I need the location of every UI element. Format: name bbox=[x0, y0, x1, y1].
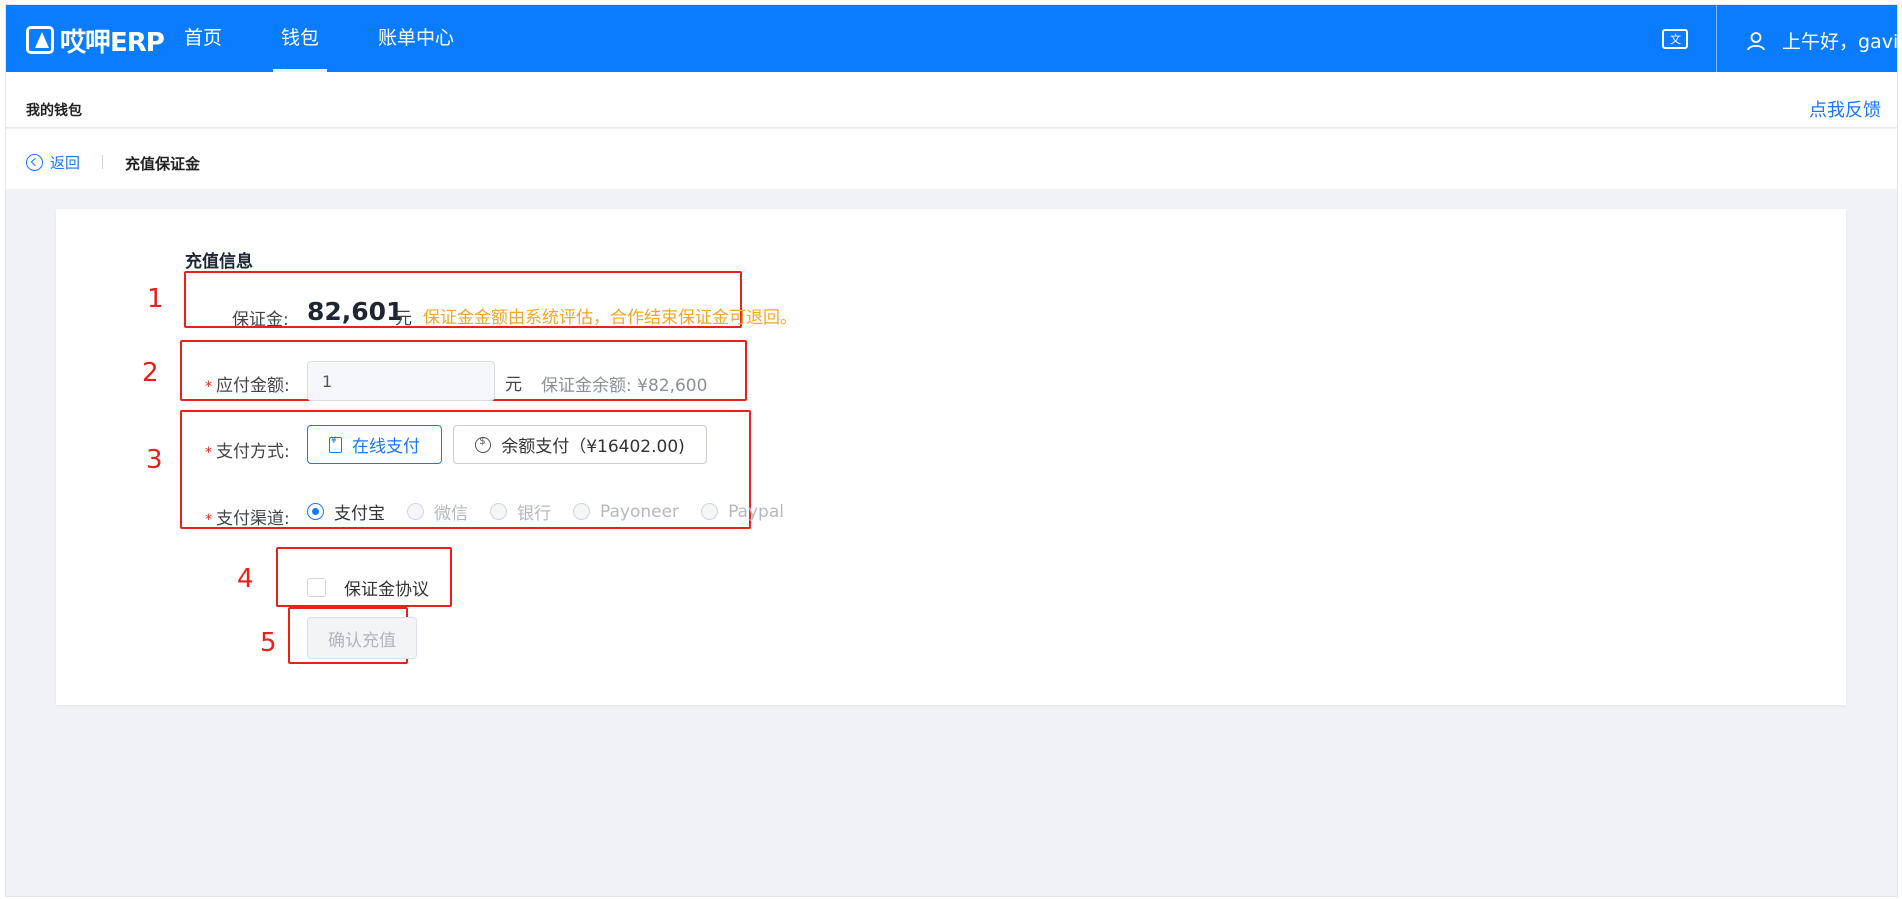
amount-input[interactable] bbox=[307, 361, 495, 401]
top-nav-bar: 哎呷ERP 首页 钱包 账单中心 上午好，gavin bbox=[6, 5, 1897, 72]
brand-name: 哎呷ERP bbox=[60, 27, 165, 58]
header-divider bbox=[1716, 5, 1717, 72]
radio-dot bbox=[490, 503, 507, 520]
translate-icon[interactable] bbox=[1662, 29, 1688, 49]
back-button[interactable]: 返回 bbox=[26, 152, 80, 173]
feedback-link[interactable]: 点我反馈 bbox=[1809, 96, 1881, 122]
deposit-label: 保证金: bbox=[232, 310, 289, 330]
channel-label: * 支付渠道: bbox=[205, 504, 290, 529]
breadcrumb: 返回 充值保证金 bbox=[6, 129, 1897, 189]
card-icon bbox=[329, 436, 342, 453]
page-header: 我的钱包 点我反馈 bbox=[6, 72, 1897, 128]
annotation-number-3: 3 bbox=[146, 445, 163, 475]
deposit-balance: 保证金余额: ¥82,600 bbox=[541, 376, 708, 396]
radio-payoneer[interactable]: Payoneer bbox=[573, 502, 679, 522]
radio-bank[interactable]: 银行 bbox=[490, 499, 551, 524]
online-pay-label: 在线支付 bbox=[352, 437, 420, 457]
app-window: 哎呷ERP 首页 钱包 账单中心 上午好，gavin 我的钱包 点我反馈 返回 … bbox=[5, 4, 1898, 897]
radio-paypal[interactable]: Paypal bbox=[701, 502, 784, 522]
radio-label: 微信 bbox=[434, 504, 468, 524]
pay-method-label: * 支付方式: bbox=[205, 437, 290, 462]
user-icon[interactable] bbox=[1746, 31, 1766, 51]
radio-dot bbox=[307, 503, 324, 520]
annotation-number-1: 1 bbox=[147, 284, 164, 314]
nav-item-bills[interactable]: 账单中心 bbox=[370, 5, 462, 72]
annotation-number-5: 5 bbox=[260, 628, 277, 658]
back-label: 返回 bbox=[50, 154, 81, 172]
confirm-recharge-button[interactable]: 确认充值 bbox=[307, 617, 417, 659]
radio-label: Paypal bbox=[728, 501, 784, 522]
balance-pay-label: 余额支付（¥16402.00) bbox=[501, 437, 685, 457]
radio-label: 支付宝 bbox=[334, 504, 385, 524]
breadcrumb-divider bbox=[102, 155, 103, 169]
page-title: 我的钱包 bbox=[26, 103, 82, 119]
radio-dot bbox=[701, 503, 719, 520]
radio-label: 银行 bbox=[517, 504, 551, 524]
logo-icon bbox=[26, 26, 54, 54]
recharge-card: 充值信息 1 2 3 4 5 保证金: 82,601 元 保证金金额由系统评估，… bbox=[56, 209, 1846, 705]
deposit-hint: 保证金金额由系统评估，合作结束保证金可退回。 bbox=[423, 308, 797, 328]
radio-dot bbox=[407, 503, 424, 520]
agreement-checkbox-row[interactable]: 保证金协议 bbox=[307, 575, 429, 600]
amount-unit: 元 bbox=[505, 375, 522, 395]
amount-label-text: 应付金额: bbox=[216, 376, 290, 396]
required-mark: * bbox=[205, 512, 212, 528]
nav-item-wallet[interactable]: 钱包 bbox=[273, 5, 328, 72]
annotation-number-2: 2 bbox=[142, 358, 159, 388]
brand-logo[interactable]: 哎呷ERP bbox=[26, 25, 165, 58]
section-title: 充值信息 bbox=[185, 252, 253, 272]
main-nav: 首页 钱包 账单中心 bbox=[176, 5, 505, 72]
pay-method-label-text: 支付方式: bbox=[216, 442, 290, 462]
coin-icon bbox=[475, 436, 492, 453]
deposit-unit: 元 bbox=[395, 309, 412, 329]
channel-radio-group: 支付宝 微信 银行 Payoneer Paypal bbox=[307, 499, 806, 524]
radio-alipay[interactable]: 支付宝 bbox=[307, 499, 385, 524]
radio-dot bbox=[573, 503, 590, 520]
required-mark: * bbox=[205, 379, 212, 395]
online-pay-button[interactable]: 在线支付 bbox=[307, 425, 442, 464]
annotation-number-4: 4 bbox=[237, 564, 254, 594]
balance-pay-button[interactable]: 余额支付（¥16402.00) bbox=[453, 425, 707, 464]
agreement-checkbox[interactable] bbox=[307, 578, 326, 597]
radio-wechat[interactable]: 微信 bbox=[407, 499, 468, 524]
radio-label: Payoneer bbox=[600, 501, 680, 522]
back-arrow-icon bbox=[26, 154, 43, 171]
channel-label-text: 支付渠道: bbox=[216, 509, 290, 529]
required-mark: * bbox=[205, 445, 212, 461]
breadcrumb-current: 充值保证金 bbox=[125, 155, 201, 173]
agreement-label[interactable]: 保证金协议 bbox=[344, 575, 429, 600]
user-greeting[interactable]: 上午好，gavin bbox=[1782, 27, 1897, 54]
deposit-value: 82,601 bbox=[307, 297, 404, 326]
nav-item-home[interactable]: 首页 bbox=[176, 5, 230, 72]
amount-label: * 应付金额: bbox=[205, 371, 290, 396]
